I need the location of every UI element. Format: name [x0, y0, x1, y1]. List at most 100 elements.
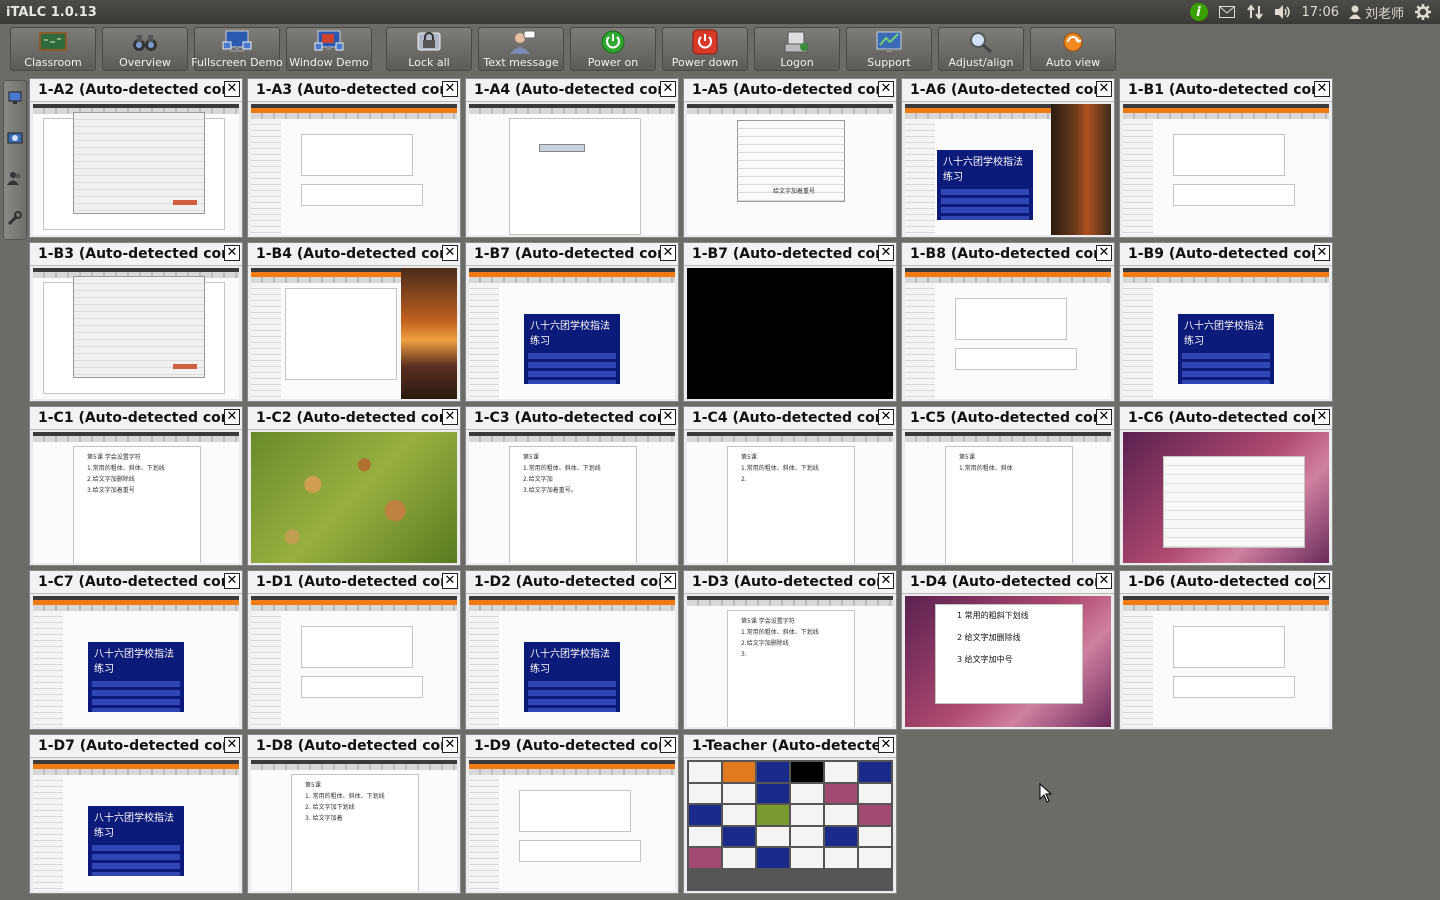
power-on-button[interactable]: Power on — [570, 27, 656, 71]
volume-icon[interactable] — [1274, 3, 1292, 21]
client-tile[interactable]: 1-A4 (Auto-detected computer)✕ — [465, 78, 679, 238]
client-tile-title: 1-D8 (Auto-detected computer) — [256, 738, 442, 754]
screen-text: 2.给文字加 — [523, 476, 553, 483]
close-icon[interactable]: ✕ — [442, 573, 458, 589]
close-icon[interactable]: ✕ — [224, 737, 240, 753]
client-tile[interactable]: 1-A2 (Auto-detected computer)✕ — [29, 78, 243, 238]
client-tile[interactable]: 1-B4 (Auto-detected computer)✕ — [247, 242, 461, 402]
users-icon[interactable] — [6, 169, 24, 187]
close-icon[interactable]: ✕ — [1096, 573, 1112, 589]
client-tile[interactable]: 1-A5 (Auto-detected computer)✕ 给文字加着重号 — [683, 78, 897, 238]
client-tile[interactable]: 1-D3 (Auto-detected computer)✕第5课 学会设置字符… — [683, 570, 897, 730]
overview-button[interactable]: Overview — [102, 27, 188, 71]
client-tile[interactable]: 1-C1 (Auto-detected computer)✕第5课 学会设置字符… — [29, 406, 243, 566]
screen-text: 给文字加着重号 — [773, 188, 816, 195]
client-tile[interactable]: 1-D8 (Auto-detected computer)✕ 第5课 1. 常用的粗… — [247, 734, 461, 894]
client-screen-preview: 第5课 1.常用的粗体、斜体 — [905, 432, 1111, 563]
close-icon[interactable]: ✕ — [442, 245, 458, 261]
client-tile[interactable]: 1-B7 (Auto-detected computer)✕ — [683, 242, 897, 402]
client-tile[interactable]: 1-B7 (Auto-detected computer)✕ 八十六团学校指法练习 — [465, 242, 679, 402]
client-tile[interactable]: 1-D9 (Auto-detected computer)✕ — [465, 734, 679, 894]
logon-button[interactable]: Logon — [754, 27, 840, 71]
close-icon[interactable]: ✕ — [660, 409, 676, 425]
close-icon[interactable]: ✕ — [878, 737, 894, 753]
close-icon[interactable]: ✕ — [660, 81, 676, 97]
client-tile[interactable]: 1-C5 (Auto-detected computer)✕ 第5课 1.常用的粗体… — [901, 406, 1115, 566]
support-icon — [874, 29, 904, 55]
auto-view-button[interactable]: Auto view — [1030, 27, 1116, 71]
close-icon[interactable]: ✕ — [660, 573, 676, 589]
computer-manager-icon[interactable] — [6, 89, 24, 107]
close-icon[interactable]: ✕ — [1096, 245, 1112, 261]
client-tile[interactable]: 1-B1 (Auto-detected computer)✕ — [1119, 78, 1333, 238]
close-icon[interactable]: ✕ — [442, 409, 458, 425]
user-menu[interactable]: 刘老师 — [1348, 3, 1404, 22]
client-screen-preview: 八十六团学校指法练习 — [469, 596, 675, 727]
client-tile[interactable]: 1-C4 (Auto-detected computer)✕ 第5课 1.常用的粗体… — [683, 406, 897, 566]
client-tile[interactable]: 1-C7 (Auto-detected computer)✕ 八十六团学校指法练习 — [29, 570, 243, 730]
client-tile[interactable]: 1-C3 (Auto-detected computer)✕ 第5课 1.常用的粗体… — [465, 406, 679, 566]
close-icon[interactable]: ✕ — [1096, 409, 1112, 425]
screen-text: 1.常用的粗体、斜体、下划线 — [87, 465, 165, 472]
power-down-button[interactable]: Power down — [662, 27, 748, 71]
classroom-button[interactable]: Classroom — [10, 27, 96, 71]
tools-icon[interactable] — [6, 209, 24, 227]
client-tile[interactable]: 1-B3 (Auto-detected computer)✕ — [29, 242, 243, 402]
lock-all-button[interactable]: Lock all — [386, 27, 472, 71]
client-tile-header: 1-D8 (Auto-detected computer)✕ — [248, 735, 460, 758]
close-icon[interactable]: ✕ — [878, 409, 894, 425]
client-screen-preview: 八十六团学校指法练习 — [905, 104, 1111, 235]
client-tile[interactable]: 1-A3 (Auto-detected computer)✕ — [247, 78, 461, 238]
close-icon[interactable]: ✕ — [224, 573, 240, 589]
client-tile[interactable]: 1-A6 (Auto-detected computer)✕ 八十六团学校指法练习 — [901, 78, 1115, 238]
close-icon[interactable]: ✕ — [660, 737, 676, 753]
client-tile-title: 1-B8 (Auto-detected computer) — [910, 246, 1096, 262]
client-tile[interactable]: 1-C2 (Auto-detected computer)✕ — [247, 406, 461, 566]
close-icon[interactable]: ✕ — [1096, 81, 1112, 97]
text-message-button[interactable]: Text message — [478, 27, 564, 71]
close-icon[interactable]: ✕ — [660, 245, 676, 261]
close-icon[interactable]: ✕ — [1314, 409, 1330, 425]
screen-text: 1.常用的粗体、斜体 — [959, 465, 1013, 472]
clock[interactable]: 17:06 — [1302, 5, 1339, 20]
client-tile[interactable]: 1-D1 (Auto-detected computer)✕ — [247, 570, 461, 730]
client-tile[interactable]: 1-D7 (Auto-detected computer)✕ 八十六团学校指法练习 — [29, 734, 243, 894]
auto-view-icon — [1058, 29, 1088, 55]
close-icon[interactable]: ✕ — [1314, 81, 1330, 97]
close-icon[interactable]: ✕ — [1314, 245, 1330, 261]
close-icon[interactable]: ✕ — [878, 245, 894, 261]
window-demo-button[interactable]: Window Demo — [286, 27, 372, 71]
client-screen-preview: 1 常用的粗斜下划线 2 给文字加删除线 3 给文字加中号 — [905, 596, 1111, 727]
mail-icon[interactable] — [1218, 3, 1236, 21]
adjust-align-button[interactable]: Adjust/align — [938, 27, 1024, 71]
client-tile-title: 1-C2 (Auto-detected computer) — [256, 410, 442, 426]
network-icon[interactable] — [1246, 3, 1264, 21]
close-icon[interactable]: ✕ — [442, 737, 458, 753]
client-tile[interactable]: 1-Teacher (Auto-detected computer)✕ — [683, 734, 897, 894]
client-tile[interactable]: 1-B9 (Auto-detected computer)✕ 八十六团学校指法练习 — [1119, 242, 1333, 402]
info-icon[interactable]: i — [1189, 3, 1208, 21]
client-tile-title: 1-A5 (Auto-detected computer) — [692, 82, 878, 98]
client-tile-title: 1-C6 (Auto-detected computer) — [1128, 410, 1314, 426]
close-icon[interactable]: ✕ — [224, 409, 240, 425]
close-icon[interactable]: ✕ — [442, 81, 458, 97]
client-tile[interactable]: 1-C6 (Auto-detected computer)✕ — [1119, 406, 1333, 566]
snapshots-icon[interactable] — [6, 129, 24, 147]
close-icon[interactable]: ✕ — [878, 81, 894, 97]
screen-text: 2 给文字加删除线 — [957, 633, 1021, 642]
client-tile[interactable]: 1-B8 (Auto-detected computer)✕ — [901, 242, 1115, 402]
close-icon[interactable]: ✕ — [224, 245, 240, 261]
client-tile-title: 1-A6 (Auto-detected computer) — [910, 82, 1096, 98]
client-tile[interactable]: 1-D2 (Auto-detected computer)✕ 八十六团学校指法练习 — [465, 570, 679, 730]
close-icon[interactable]: ✕ — [878, 573, 894, 589]
client-screen-preview — [33, 268, 239, 399]
client-tile[interactable]: 1-D6 (Auto-detected computer)✕ — [1119, 570, 1333, 730]
support-button[interactable]: Support — [846, 27, 932, 71]
client-tile-title: 1-B7 (Auto-detected computer) — [692, 246, 878, 262]
lock-icon — [414, 29, 444, 55]
close-icon[interactable]: ✕ — [1314, 573, 1330, 589]
gear-icon[interactable] — [1414, 3, 1432, 21]
close-icon[interactable]: ✕ — [224, 81, 240, 97]
client-tile[interactable]: 1-D4 (Auto-detected computer)✕1 常用的粗斜下划线… — [901, 570, 1115, 730]
fullscreen-demo-button[interactable]: Fullscreen Demo — [191, 27, 283, 71]
